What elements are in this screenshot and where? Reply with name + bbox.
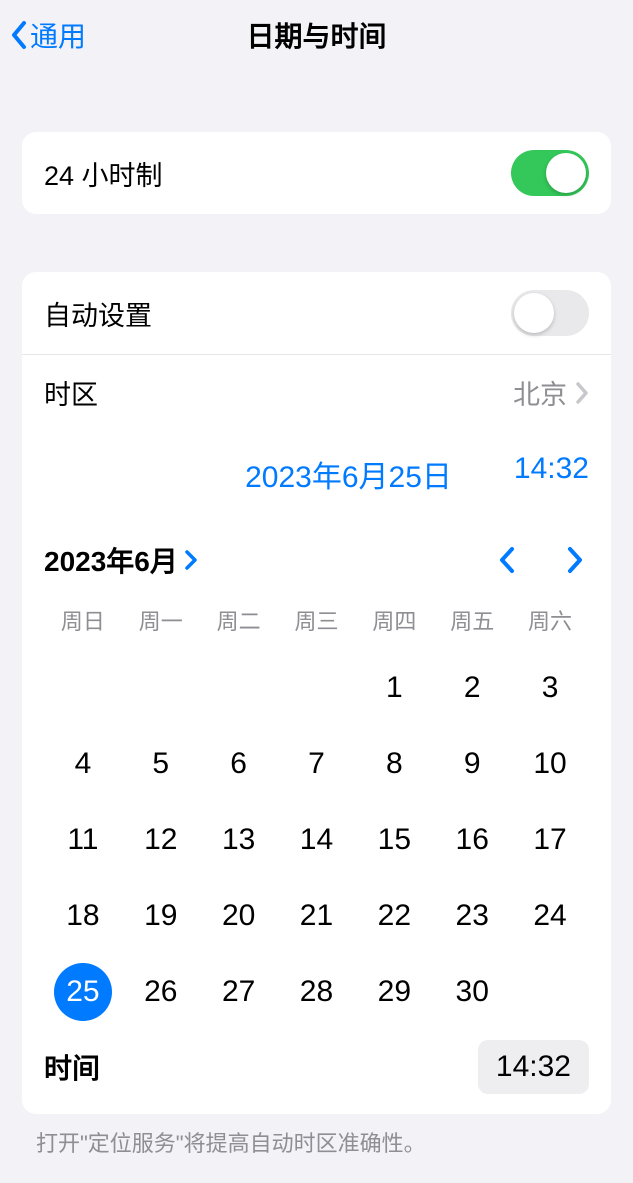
- chevron-right-icon: [184, 549, 198, 571]
- date-cell[interactable]: 14: [278, 802, 356, 878]
- date-cell[interactable]: 17: [511, 802, 589, 878]
- next-month-button[interactable]: [561, 546, 589, 574]
- date-cell[interactable]: 9: [433, 726, 511, 802]
- back-label: 通用: [30, 15, 86, 55]
- time-row-label: 时间: [44, 1047, 100, 1087]
- toggle-auto-set[interactable]: [511, 290, 589, 336]
- time-picker-button[interactable]: 14:32: [478, 1040, 589, 1094]
- date-cell[interactable]: 10: [511, 726, 589, 802]
- date-cell[interactable]: 18: [44, 878, 122, 954]
- date-cell[interactable]: 7: [278, 726, 356, 802]
- row-timezone[interactable]: 时区 北京: [22, 354, 611, 430]
- weekday-label: 周三: [278, 598, 356, 642]
- selected-time-button[interactable]: 14:32: [514, 452, 589, 496]
- date-cell[interactable]: 1: [355, 650, 433, 726]
- row-24-hour: 24 小时制: [22, 132, 611, 214]
- date-cell[interactable]: 24: [511, 878, 589, 954]
- date-cell[interactable]: 2: [433, 650, 511, 726]
- date-cell[interactable]: 13: [200, 802, 278, 878]
- chevron-left-icon: [10, 20, 28, 50]
- footer-note: 打开"定位服务"将提高自动时区准确性。: [36, 1126, 597, 1158]
- weekday-label: 周四: [355, 598, 433, 642]
- row-24-hour-label: 24 小时制: [44, 154, 163, 193]
- date-cell[interactable]: 22: [355, 878, 433, 954]
- date-cell[interactable]: 25: [44, 954, 122, 1030]
- weekday-label: 周一: [122, 598, 200, 642]
- row-auto-set-label: 自动设置: [44, 294, 152, 333]
- selected-date-button[interactable]: 2023年6月25日: [245, 452, 452, 496]
- toggle-24-hour[interactable]: [511, 150, 589, 196]
- date-cell[interactable]: 27: [200, 954, 278, 1030]
- chevron-right-icon: [566, 546, 584, 574]
- date-cell-empty: [122, 650, 200, 726]
- chevron-right-icon: [575, 381, 589, 405]
- date-cell[interactable]: 11: [44, 802, 122, 878]
- weekday-label: 周五: [433, 598, 511, 642]
- date-cell[interactable]: 15: [355, 802, 433, 878]
- date-cell-empty: [200, 650, 278, 726]
- month-label: 2023年6月: [44, 540, 178, 580]
- date-cell[interactable]: 8: [355, 726, 433, 802]
- back-button[interactable]: 通用: [10, 15, 86, 55]
- row-auto-set: 自动设置: [22, 272, 611, 354]
- date-cell[interactable]: 23: [433, 878, 511, 954]
- date-cell[interactable]: 28: [278, 954, 356, 1030]
- date-cell[interactable]: 4: [44, 726, 122, 802]
- row-timezone-label: 时区: [44, 373, 98, 412]
- page-title: 日期与时间: [246, 15, 386, 55]
- date-cell[interactable]: 5: [122, 726, 200, 802]
- weekday-label: 周六: [511, 598, 589, 642]
- calendar-grid: 1234567891011121314151617181920212223242…: [44, 650, 589, 1030]
- prev-month-button[interactable]: [493, 546, 521, 574]
- date-cell[interactable]: 3: [511, 650, 589, 726]
- month-picker-button[interactable]: 2023年6月: [44, 540, 198, 580]
- date-cell[interactable]: 20: [200, 878, 278, 954]
- date-cell[interactable]: 29: [355, 954, 433, 1030]
- date-cell[interactable]: 19: [122, 878, 200, 954]
- date-cell-empty: [44, 650, 122, 726]
- time-picker-value: 14:32: [496, 1050, 571, 1083]
- date-cell[interactable]: 26: [122, 954, 200, 1030]
- row-timezone-value: 北京: [513, 373, 567, 412]
- weekday-header: 周日周一周二周三周四周五周六: [44, 598, 589, 642]
- weekday-label: 周二: [200, 598, 278, 642]
- chevron-left-icon: [498, 546, 516, 574]
- date-cell[interactable]: 30: [433, 954, 511, 1030]
- date-cell-empty: [278, 650, 356, 726]
- date-cell[interactable]: 21: [278, 878, 356, 954]
- date-cell[interactable]: 12: [122, 802, 200, 878]
- date-cell[interactable]: 6: [200, 726, 278, 802]
- date-cell[interactable]: 16: [433, 802, 511, 878]
- weekday-label: 周日: [44, 598, 122, 642]
